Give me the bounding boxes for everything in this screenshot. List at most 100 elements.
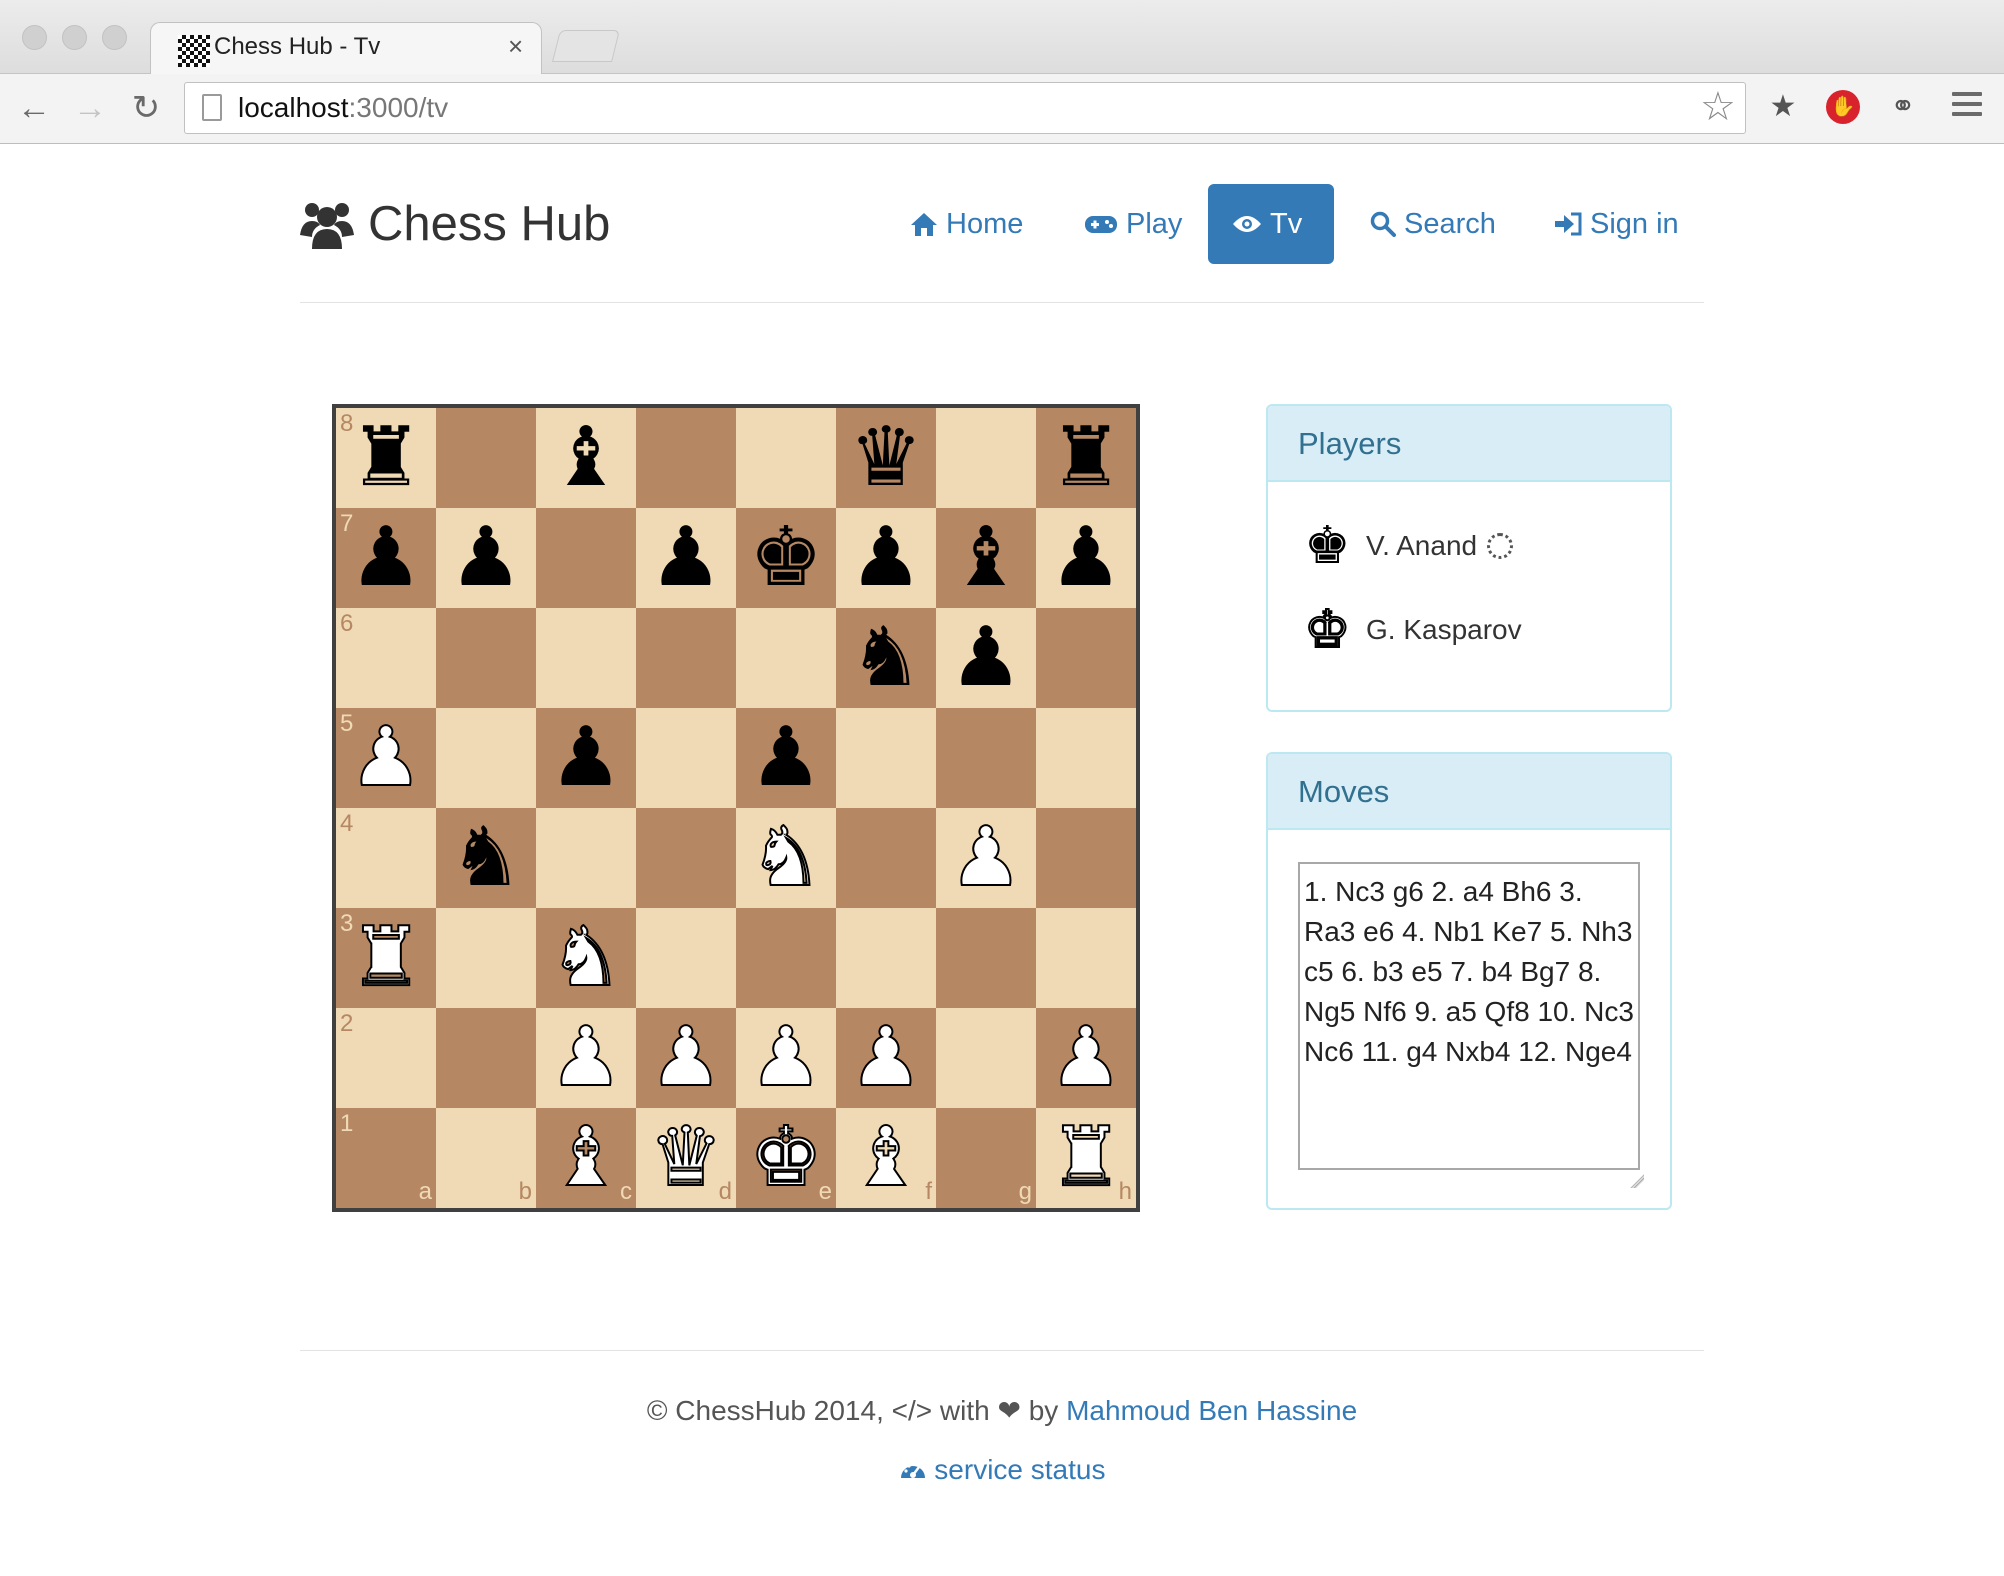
square-b2[interactable] bbox=[436, 1008, 536, 1108]
square-h2[interactable]: ♟ bbox=[1036, 1008, 1136, 1108]
square-a2[interactable]: 2 bbox=[336, 1008, 436, 1108]
white-knight-icon[interactable]: ♞ bbox=[736, 808, 836, 908]
square-f2[interactable]: ♟ bbox=[836, 1008, 936, 1108]
nav-home[interactable]: Home bbox=[886, 184, 1047, 264]
black-rook-icon[interactable]: ♜ bbox=[336, 408, 436, 508]
adblock-extension-icon[interactable]: ✋ bbox=[1826, 90, 1860, 124]
square-h1[interactable]: h ♜ bbox=[1036, 1108, 1136, 1208]
nav-play[interactable]: Play bbox=[1060, 184, 1206, 264]
black-rook-icon[interactable]: ♜ bbox=[1036, 408, 1136, 508]
white-rook-icon[interactable]: ♜ bbox=[336, 908, 436, 1008]
chess-board[interactable]: 8 ♜ ♝ ♛ ♜ 7 ♟ ♟ ♟ ♚ ♟ ♝ ♟ 6 ♞ ♟ 5 ♟ ♟ ♟ 4 ♞ ♞ ♟ 3 ♜ ♞ 2 ♟ ♟ ♟ ♟ ♟ 1 a b c ♝ d ♛… bbox=[332, 404, 1140, 1212]
url-text[interactable]: localhost:3000/tv bbox=[238, 92, 448, 124]
square-g7[interactable]: ♝ bbox=[936, 508, 1036, 608]
square-e8[interactable] bbox=[736, 408, 836, 508]
square-c1[interactable]: c ♝ bbox=[536, 1108, 636, 1208]
white-pawn-icon[interactable]: ♟ bbox=[1036, 1008, 1136, 1108]
square-g5[interactable] bbox=[936, 708, 1036, 808]
square-d2[interactable]: ♟ bbox=[636, 1008, 736, 1108]
square-d4[interactable] bbox=[636, 808, 736, 908]
brand[interactable]: Chess Hub bbox=[300, 196, 610, 252]
square-f4[interactable] bbox=[836, 808, 936, 908]
white-pawn-icon[interactable]: ♟ bbox=[736, 1008, 836, 1108]
window-zoom-dot[interactable] bbox=[102, 25, 127, 50]
square-g3[interactable] bbox=[936, 908, 1036, 1008]
evernote-extension-icon[interactable]: ★ bbox=[1766, 90, 1800, 124]
square-h8[interactable]: ♜ bbox=[1036, 408, 1136, 508]
square-d3[interactable] bbox=[636, 908, 736, 1008]
square-a4[interactable]: 4 bbox=[336, 808, 436, 908]
square-f7[interactable]: ♟ bbox=[836, 508, 936, 608]
tab-close-icon[interactable]: × bbox=[508, 31, 523, 62]
square-b7[interactable]: ♟ bbox=[436, 508, 536, 608]
black-pawn-icon[interactable]: ♟ bbox=[836, 508, 936, 608]
square-b4[interactable]: ♞ bbox=[436, 808, 536, 908]
square-c8[interactable]: ♝ bbox=[536, 408, 636, 508]
square-d5[interactable] bbox=[636, 708, 736, 808]
white-pawn-icon[interactable]: ♟ bbox=[636, 1008, 736, 1108]
moves-textarea[interactable]: 1. Nc3 g6 2. a4 Bh6 3. Ra3 e6 4. Nb1 Ke7… bbox=[1298, 862, 1640, 1170]
square-f8[interactable]: ♛ bbox=[836, 408, 936, 508]
black-pawn-icon[interactable]: ♟ bbox=[936, 608, 1036, 708]
black-knight-icon[interactable]: ♞ bbox=[836, 608, 936, 708]
forward-arrow-icon[interactable]: → bbox=[70, 88, 110, 128]
white-knight-icon[interactable]: ♞ bbox=[536, 908, 636, 1008]
nav-sign-in[interactable]: Sign in bbox=[1530, 184, 1703, 264]
square-b3[interactable] bbox=[436, 908, 536, 1008]
square-g6[interactable]: ♟ bbox=[936, 608, 1036, 708]
white-pawn-icon[interactable]: ♟ bbox=[936, 808, 1036, 908]
square-d8[interactable] bbox=[636, 408, 736, 508]
white-bishop-icon[interactable]: ♝ bbox=[836, 1108, 936, 1208]
window-close-dot[interactable] bbox=[22, 25, 47, 50]
black-pawn-icon[interactable]: ♟ bbox=[336, 508, 436, 608]
square-f1[interactable]: f ♝ bbox=[836, 1108, 936, 1208]
reload-icon[interactable]: ↻ bbox=[126, 88, 166, 128]
square-c6[interactable] bbox=[536, 608, 636, 708]
square-d7[interactable]: ♟ bbox=[636, 508, 736, 608]
square-g2[interactable] bbox=[936, 1008, 1036, 1108]
square-e6[interactable] bbox=[736, 608, 836, 708]
square-c4[interactable] bbox=[536, 808, 636, 908]
square-b6[interactable] bbox=[436, 608, 536, 708]
black-bishop-icon[interactable]: ♝ bbox=[536, 408, 636, 508]
bookmark-star-icon[interactable]: ☆ bbox=[1700, 84, 1736, 130]
nav-search[interactable]: Search bbox=[1346, 184, 1520, 264]
service-status-link[interactable]: service status bbox=[899, 1454, 1105, 1485]
black-pawn-icon[interactable]: ♟ bbox=[636, 508, 736, 608]
back-arrow-icon[interactable]: ← bbox=[14, 88, 54, 128]
square-a7[interactable]: 7 ♟ bbox=[336, 508, 436, 608]
square-e5[interactable]: ♟ bbox=[736, 708, 836, 808]
square-e7[interactable]: ♚ bbox=[736, 508, 836, 608]
black-pawn-icon[interactable]: ♟ bbox=[1036, 508, 1136, 608]
square-f3[interactable] bbox=[836, 908, 936, 1008]
black-king-icon[interactable]: ♚ bbox=[736, 508, 836, 608]
square-a8[interactable]: 8 ♜ bbox=[336, 408, 436, 508]
white-queen-icon[interactable]: ♛ bbox=[636, 1108, 736, 1208]
square-c3[interactable]: ♞ bbox=[536, 908, 636, 1008]
square-e1[interactable]: e ♚ bbox=[736, 1108, 836, 1208]
square-c7[interactable] bbox=[536, 508, 636, 608]
square-e2[interactable]: ♟ bbox=[736, 1008, 836, 1108]
square-b5[interactable] bbox=[436, 708, 536, 808]
black-queen-icon[interactable]: ♛ bbox=[836, 408, 936, 508]
square-h6[interactable] bbox=[1036, 608, 1136, 708]
square-c5[interactable]: ♟ bbox=[536, 708, 636, 808]
square-g1[interactable]: g bbox=[936, 1108, 1036, 1208]
square-d6[interactable] bbox=[636, 608, 736, 708]
black-pawn-icon[interactable]: ♟ bbox=[536, 708, 636, 808]
white-king-icon[interactable]: ♚ bbox=[736, 1108, 836, 1208]
square-e3[interactable] bbox=[736, 908, 836, 1008]
square-h5[interactable] bbox=[1036, 708, 1136, 808]
square-a5[interactable]: 5 ♟ bbox=[336, 708, 436, 808]
square-f5[interactable] bbox=[836, 708, 936, 808]
black-knight-icon[interactable]: ♞ bbox=[436, 808, 536, 908]
square-g8[interactable] bbox=[936, 408, 1036, 508]
square-h3[interactable] bbox=[1036, 908, 1136, 1008]
lamp-extension-icon[interactable]: ⚭ bbox=[1886, 90, 1920, 124]
white-pawn-icon[interactable]: ♟ bbox=[836, 1008, 936, 1108]
black-pawn-icon[interactable]: ♟ bbox=[736, 708, 836, 808]
square-g4[interactable]: ♟ bbox=[936, 808, 1036, 908]
nav-tv[interactable]: Tv bbox=[1208, 184, 1334, 264]
black-pawn-icon[interactable]: ♟ bbox=[436, 508, 536, 608]
square-h7[interactable]: ♟ bbox=[1036, 508, 1136, 608]
